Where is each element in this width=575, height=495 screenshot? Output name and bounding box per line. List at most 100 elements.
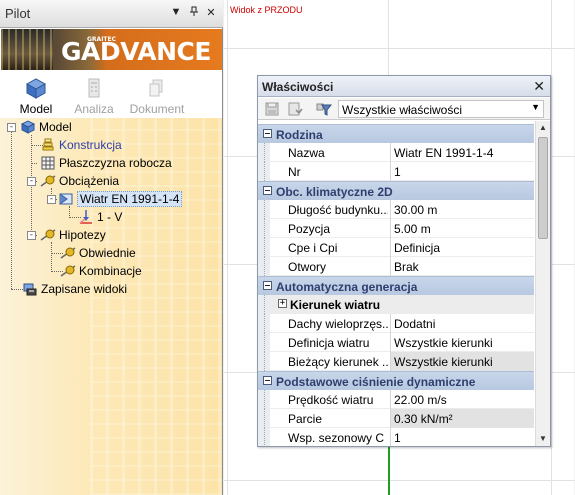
property-row[interactable]: Prędkość wiatru 22.00 m/s — [258, 390, 534, 409]
properties-toolbar: Wszystkie właściwości ▼ — [258, 98, 550, 120]
tree-collapse-toggle[interactable]: - — [47, 195, 56, 204]
property-name: Nazwa — [288, 146, 325, 160]
tree-node-label: Obwiednie — [79, 246, 136, 260]
property-row[interactable]: Otwory Brak — [258, 257, 534, 276]
row-connector — [264, 238, 265, 257]
category-label: Rodzina — [276, 128, 323, 142]
tree-node-label: Kombinacje — [79, 264, 142, 278]
property-row[interactable]: Bieżący kierunek ... Wszystkie kierunki — [258, 352, 534, 371]
property-name: Prędkość wiatru — [288, 393, 374, 407]
tree-collapse-toggle[interactable]: - — [27, 231, 36, 240]
property-grid: Rodzina Nazwa Wiatr EN 1991-1-4 Nr 1 Obc… — [258, 121, 534, 446]
property-value[interactable]: Wiatr EN 1991-1-4 — [391, 143, 534, 162]
collapse-icon[interactable] — [263, 376, 272, 385]
property-row[interactable]: Wsp. sezonowy C 1 — [258, 428, 534, 446]
property-row[interactable]: Cpe i Cpi Definicja — [258, 238, 534, 257]
tree-node-label: Wiatr EN 1991-1-4 — [77, 191, 183, 207]
property-value[interactable]: Definicja — [391, 238, 534, 257]
axis-line — [388, 440, 390, 495]
row-connector — [264, 295, 265, 314]
saved-views-icon — [22, 281, 38, 297]
property-row[interactable]: Nazwa Wiatr EN 1991-1-4 — [258, 143, 534, 162]
property-value[interactable]: 22.00 m/s — [391, 390, 534, 409]
category-label: Obc. klimatyczne 2D — [276, 185, 393, 199]
panel-menu-icon[interactable]: ▼ — [170, 6, 182, 18]
tree-node-label: Model — [39, 120, 72, 134]
tree-node-label: Płaszczyzna robocza — [59, 156, 172, 170]
tree-node-label: Konstrukcja — [59, 138, 122, 152]
pin-icon[interactable] — [188, 6, 200, 20]
row-connector — [264, 409, 265, 428]
tree-node-label: Zapisane widoki — [41, 282, 128, 296]
vertical-scrollbar[interactable]: ▲ ▼ — [535, 121, 550, 446]
row-connector — [264, 390, 265, 409]
property-value[interactable]: Wszystkie kierunki — [391, 352, 534, 371]
category-obc-klimatyczne[interactable]: Obc. klimatyczne 2D — [258, 181, 534, 200]
property-value[interactable]: 5.00 m — [391, 219, 534, 238]
row-connector — [264, 333, 265, 352]
property-name: Nr — [288, 165, 301, 179]
property-row[interactable]: Parcie 0.30 kN/m² — [258, 409, 534, 428]
properties-titlebar[interactable]: Właściwości ✕ — [258, 76, 550, 97]
grid-line — [224, 480, 575, 481]
tree-connector — [31, 163, 37, 164]
property-name: Długość budynku... — [288, 203, 388, 217]
subcategory-kierunek-wiatru[interactable]: + Kierunek wiatru — [258, 295, 534, 314]
tree-node-label: Obciążenia — [59, 174, 120, 188]
property-row[interactable]: Dachy wieloprzęs... Dodatni — [258, 314, 534, 333]
property-name: Pozycja — [288, 222, 331, 236]
property-name: Parcie — [288, 412, 323, 426]
module-label: Dokument — [129, 102, 185, 116]
collapse-icon[interactable] — [263, 186, 272, 195]
apply-icon[interactable] — [287, 101, 303, 117]
svg-text:G: G — [61, 37, 82, 66]
property-value[interactable]: Wszystkie kierunki — [391, 333, 534, 352]
tree-collapse-toggle[interactable]: - — [27, 177, 36, 186]
scroll-up-icon[interactable]: ▲ — [536, 121, 550, 135]
property-row[interactable]: Nr 1 — [258, 162, 534, 181]
svg-text:GRAITEC: GRAITEC — [87, 36, 117, 43]
close-icon[interactable]: ✕ — [533, 78, 545, 95]
grid-line — [224, 48, 575, 49]
property-value[interactable]: Brak — [391, 257, 534, 276]
subcategory-label: Kierunek wiatru — [290, 298, 381, 312]
category-cisnienie-dynamiczne[interactable]: Podstawowe ciśnienie dynamiczne — [258, 371, 534, 390]
properties-title: Właściwości — [262, 80, 334, 94]
model-tree: - - - - Model Konstrukcja Płaszczyzna ro… — [0, 118, 222, 495]
save-icon[interactable] — [264, 101, 280, 117]
property-row[interactable]: Długość budynku... 30.00 m — [258, 200, 534, 219]
category-rodzina[interactable]: Rodzina — [258, 124, 534, 143]
property-name: Wsp. sezonowy C — [288, 431, 385, 445]
scrollbar-thumb[interactable] — [538, 137, 548, 239]
properties-filter-select[interactable]: Wszystkie właściwości ▼ — [338, 100, 544, 118]
row-connector — [264, 352, 265, 371]
property-value[interactable]: 1 — [391, 162, 534, 181]
tree-node-label: 1 - V — [97, 210, 123, 224]
category-automatyczna-generacja[interactable]: Automatyczna generacja — [258, 276, 534, 295]
property-row[interactable]: Pozycja 5.00 m — [258, 219, 534, 238]
module-label: Analiza — [74, 102, 114, 116]
row-connector — [264, 314, 265, 333]
expand-icon[interactable]: + — [278, 299, 287, 308]
property-row[interactable]: Definicja wiatru Wszystkie kierunki — [258, 333, 534, 352]
filter-icon[interactable] — [316, 101, 333, 117]
property-value[interactable]: 0.30 kN/m² — [391, 409, 534, 428]
banner-photo — [1, 29, 53, 70]
property-value[interactable]: 1 — [391, 428, 534, 446]
property-value[interactable]: Dodatni — [391, 314, 534, 333]
close-icon[interactable]: ✕ — [205, 6, 217, 19]
row-connector — [264, 143, 265, 162]
row-connector — [264, 257, 265, 276]
combination-icon — [60, 263, 76, 279]
pilot-panel: Pilot ▼ ✕ G ADVANCE GRAITEC Model Analiz… — [0, 0, 223, 495]
property-name: Cpe i Cpi — [288, 241, 338, 255]
scroll-down-icon[interactable]: ▼ — [536, 432, 550, 446]
collapse-icon[interactable] — [263, 281, 272, 290]
collapse-icon[interactable] — [263, 129, 272, 138]
property-value[interactable]: 30.00 m — [391, 200, 534, 219]
advance-banner: G ADVANCE GRAITEC — [1, 29, 222, 70]
grid-line — [227, 0, 228, 495]
module-dokument[interactable]: Dokument — [121, 72, 193, 118]
tree-collapse-toggle[interactable]: - — [7, 123, 16, 132]
module-analiza[interactable]: Analiza — [58, 72, 130, 118]
